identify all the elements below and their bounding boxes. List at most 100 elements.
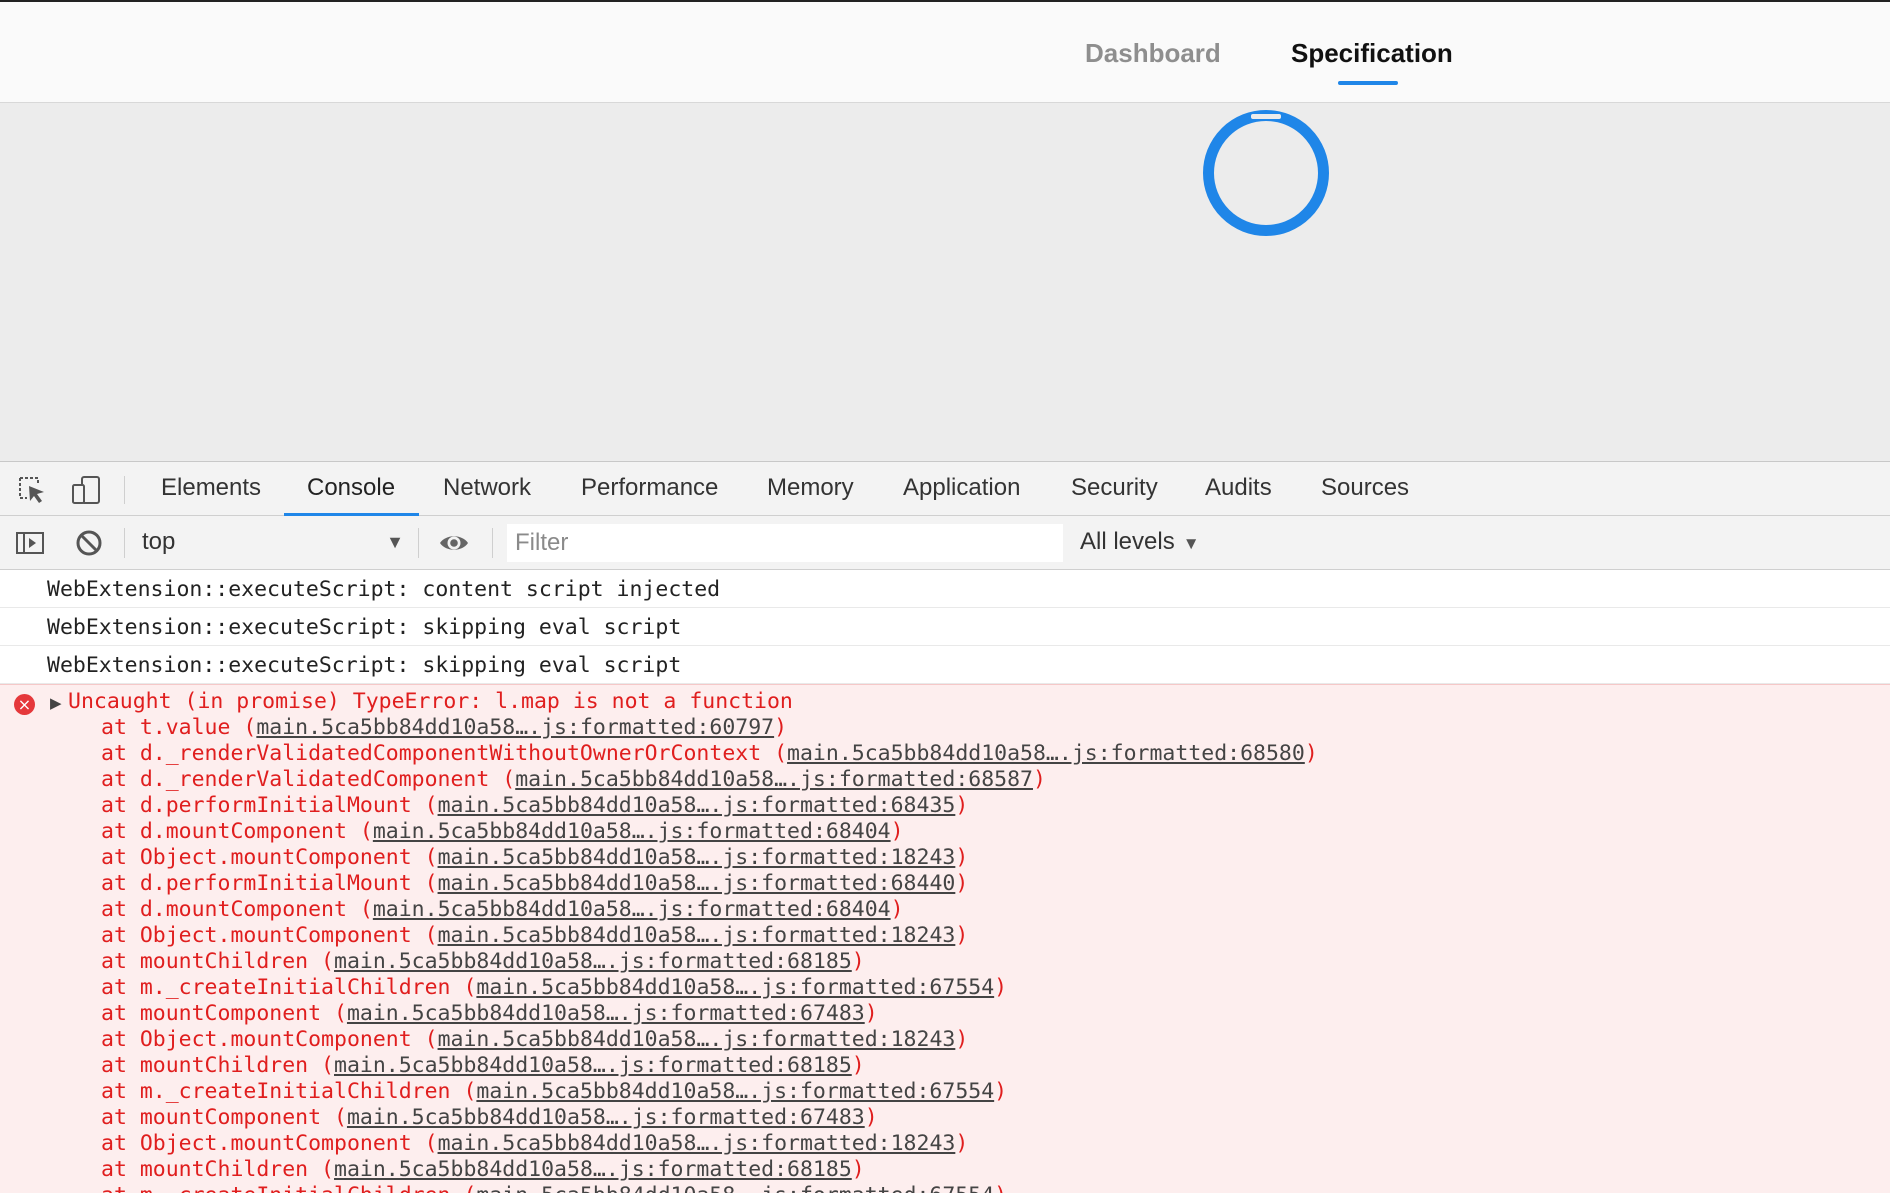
stack-frame-paren: ( bbox=[230, 715, 257, 740]
stack-frame-source-link[interactable]: main.5ca5bb84dd10a58….js:formatted:67483 bbox=[347, 1105, 865, 1130]
stack-frame-source-link[interactable]: main.5ca5bb84dd10a58….js:formatted:18243 bbox=[438, 845, 956, 870]
stack-frame-source-link[interactable]: main.5ca5bb84dd10a58….js:formatted:18243 bbox=[438, 1131, 956, 1156]
console-sidebar-icon[interactable] bbox=[14, 527, 46, 559]
stack-frame-source-link[interactable]: main.5ca5bb84dd10a58….js:formatted:18243 bbox=[438, 923, 956, 948]
tab-specification[interactable]: Specification bbox=[1291, 38, 1453, 69]
stack-frame-paren: ) bbox=[890, 897, 904, 922]
error-message: Uncaught (in promise) TypeError: l.map i… bbox=[68, 689, 793, 714]
stack-frame-paren: ) bbox=[851, 1053, 865, 1078]
tab-memory[interactable]: Memory bbox=[767, 474, 854, 502]
stack-frame-function: at t.value bbox=[101, 715, 231, 740]
stack-frame-function: at d._renderValidatedComponent bbox=[101, 767, 490, 792]
stack-frame-paren: ) bbox=[955, 871, 969, 896]
stack-frame-source-link[interactable]: main.5ca5bb84dd10a58….js:formatted:68587 bbox=[515, 767, 1033, 792]
stack-frame-function: at mountComponent bbox=[101, 1001, 322, 1026]
stack-frame-function: at Object.mountComponent bbox=[101, 845, 412, 870]
stack-frame-paren: ) bbox=[864, 1105, 878, 1130]
context-selector-value: top bbox=[142, 528, 176, 555]
console-toolbar: top ▼ All levels ▼ bbox=[0, 516, 1890, 570]
stack-frame-paren: ( bbox=[411, 845, 438, 870]
stack-frame-source-link[interactable]: main.5ca5bb84dd10a58….js:formatted:67554 bbox=[476, 975, 994, 1000]
stack-frame-source-link[interactable]: main.5ca5bb84dd10a58….js:formatted:68440 bbox=[438, 871, 956, 896]
tab-dashboard[interactable]: Dashboard bbox=[1085, 38, 1221, 69]
stack-frame-paren: ) bbox=[774, 715, 788, 740]
stack-frame-paren: ( bbox=[308, 1053, 334, 1078]
stack-frame-function: at d._renderValidatedComponentWithoutOwn… bbox=[101, 741, 762, 766]
device-toolbar-icon[interactable] bbox=[70, 474, 102, 506]
stack-frame: at Object.mountComponent (main.5ca5bb84d… bbox=[0, 1131, 1890, 1157]
stack-frame-paren: ( bbox=[308, 1157, 334, 1182]
tab-console[interactable]: Console bbox=[307, 474, 395, 502]
stack-frame: at mountComponent (main.5ca5bb84dd10a58…… bbox=[0, 1105, 1890, 1131]
stack-frame-function: at mountChildren bbox=[101, 949, 309, 974]
stack-frame-source-link[interactable]: main.5ca5bb84dd10a58….js:formatted:67554 bbox=[476, 1079, 994, 1104]
inspect-element-icon[interactable] bbox=[16, 474, 48, 506]
filter-input[interactable] bbox=[507, 524, 1063, 562]
stack-frame-paren: ) bbox=[955, 923, 969, 948]
live-expression-icon[interactable] bbox=[438, 527, 470, 559]
stack-frame-function: at Object.mountComponent bbox=[101, 923, 412, 948]
clear-console-icon[interactable] bbox=[73, 527, 105, 559]
stack-frame: at d._renderValidatedComponentWithoutOwn… bbox=[0, 741, 1890, 767]
stack-frame-function: at Object.mountComponent bbox=[101, 1131, 412, 1156]
console-error: × ▶ Uncaught (in promise) TypeError: l.m… bbox=[0, 684, 1890, 1193]
stack-frame-paren: ( bbox=[489, 767, 516, 792]
stack-frame-paren: ( bbox=[450, 975, 477, 1000]
active-tab-indicator bbox=[1338, 81, 1398, 85]
stack-frame-function: at mountChildren bbox=[101, 1157, 309, 1182]
stack-frame-source-link[interactable]: main.5ca5bb84dd10a58….js:formatted:68404 bbox=[373, 819, 891, 844]
stack-frame-paren: ) bbox=[1032, 767, 1046, 792]
stack-frame-source-link[interactable]: main.5ca5bb84dd10a58….js:formatted:68580 bbox=[787, 741, 1305, 766]
stack-frame-paren: ( bbox=[411, 1131, 438, 1156]
stack-frame-paren: ( bbox=[321, 1001, 347, 1026]
stack-frame-source-link[interactable]: main.5ca5bb84dd10a58….js:formatted:68404 bbox=[373, 897, 891, 922]
stack-frame-source-link[interactable]: main.5ca5bb84dd10a58….js:formatted:68185 bbox=[334, 1053, 852, 1078]
devtools-tabbar: Elements Console Network Performance Mem… bbox=[0, 462, 1890, 516]
toolbar-divider bbox=[124, 476, 125, 504]
tab-audits[interactable]: Audits bbox=[1205, 474, 1272, 502]
console-message: WebExtension::executeScript: skipping ev… bbox=[0, 646, 1890, 684]
stack-frame-paren: ( bbox=[450, 1079, 477, 1104]
stack-frame-source-link[interactable]: main.5ca5bb84dd10a58….js:formatted:67483 bbox=[347, 1001, 865, 1026]
stack-frame: at mountChildren (main.5ca5bb84dd10a58….… bbox=[0, 1157, 1890, 1183]
dropdown-arrow-icon: ▼ bbox=[1182, 534, 1200, 553]
stack-frame: at d.performInitialMount (main.5ca5bb84d… bbox=[0, 871, 1890, 897]
console-message: WebExtension::executeScript: skipping ev… bbox=[0, 608, 1890, 646]
stack-frame-source-link[interactable]: main.5ca5bb84dd10a58….js:formatted:60797 bbox=[256, 715, 774, 740]
stack-frame-function: at mountChildren bbox=[101, 1053, 309, 1078]
tab-network[interactable]: Network bbox=[443, 474, 531, 502]
stack-frame-function: at Object.mountComponent bbox=[101, 1027, 412, 1052]
stack-frame: at d.performInitialMount (main.5ca5bb84d… bbox=[0, 793, 1890, 819]
stack-frame-source-link[interactable]: main.5ca5bb84dd10a58….js:formatted:68435 bbox=[438, 793, 956, 818]
expand-triangle-icon[interactable]: ▶ bbox=[50, 694, 62, 712]
stack-frame-function: at d.mountComponent bbox=[101, 897, 347, 922]
tab-application[interactable]: Application bbox=[903, 474, 1020, 502]
stack-frame: at d.mountComponent (main.5ca5bb84dd10a5… bbox=[0, 819, 1890, 845]
tab-performance[interactable]: Performance bbox=[581, 474, 718, 502]
stack-frame-paren: ) bbox=[955, 793, 969, 818]
stack-frame-source-link[interactable]: main.5ca5bb84dd10a58….js:formatted:68185 bbox=[334, 1157, 852, 1182]
tab-security[interactable]: Security bbox=[1071, 474, 1158, 502]
stack-frame: at Object.mountComponent (main.5ca5bb84d… bbox=[0, 1027, 1890, 1053]
stack-frame-paren: ( bbox=[321, 1105, 347, 1130]
stack-frame: at mountComponent (main.5ca5bb84dd10a58…… bbox=[0, 1001, 1890, 1027]
stack-frame-function: at d.performInitialMount bbox=[101, 871, 412, 896]
tab-sources[interactable]: Sources bbox=[1321, 474, 1409, 502]
stack-frame-paren: ) bbox=[994, 975, 1008, 1000]
tab-elements[interactable]: Elements bbox=[161, 474, 261, 502]
dropdown-arrow-icon: ▼ bbox=[386, 532, 404, 552]
context-selector[interactable]: top ▼ bbox=[142, 528, 404, 558]
stack-frame-source-link[interactable]: main.5ca5bb84dd10a58….js:formatted:18243 bbox=[438, 1027, 956, 1052]
stack-frame-source-link[interactable]: main.5ca5bb84dd10a58….js:formatted:68185 bbox=[334, 949, 852, 974]
stack-frame: at d.mountComponent (main.5ca5bb84dd10a5… bbox=[0, 897, 1890, 923]
stack-frame-function: at m._createInitialChildren bbox=[101, 1079, 451, 1104]
stack-frame-paren: ( bbox=[346, 819, 373, 844]
console-output[interactable]: WebExtension::executeScript: content scr… bbox=[0, 570, 1890, 1193]
error-icon: × bbox=[14, 694, 35, 715]
stack-frame-paren: ) bbox=[1304, 741, 1318, 766]
stack-trace: at t.value (main.5ca5bb84dd10a58….js:for… bbox=[0, 715, 1890, 1193]
stack-frame-paren: ) bbox=[955, 845, 969, 870]
stack-frame: at t.value (main.5ca5bb84dd10a58….js:for… bbox=[0, 715, 1890, 741]
log-levels-dropdown[interactable]: All levels ▼ bbox=[1080, 528, 1200, 556]
stack-frame-paren: ) bbox=[994, 1079, 1008, 1104]
